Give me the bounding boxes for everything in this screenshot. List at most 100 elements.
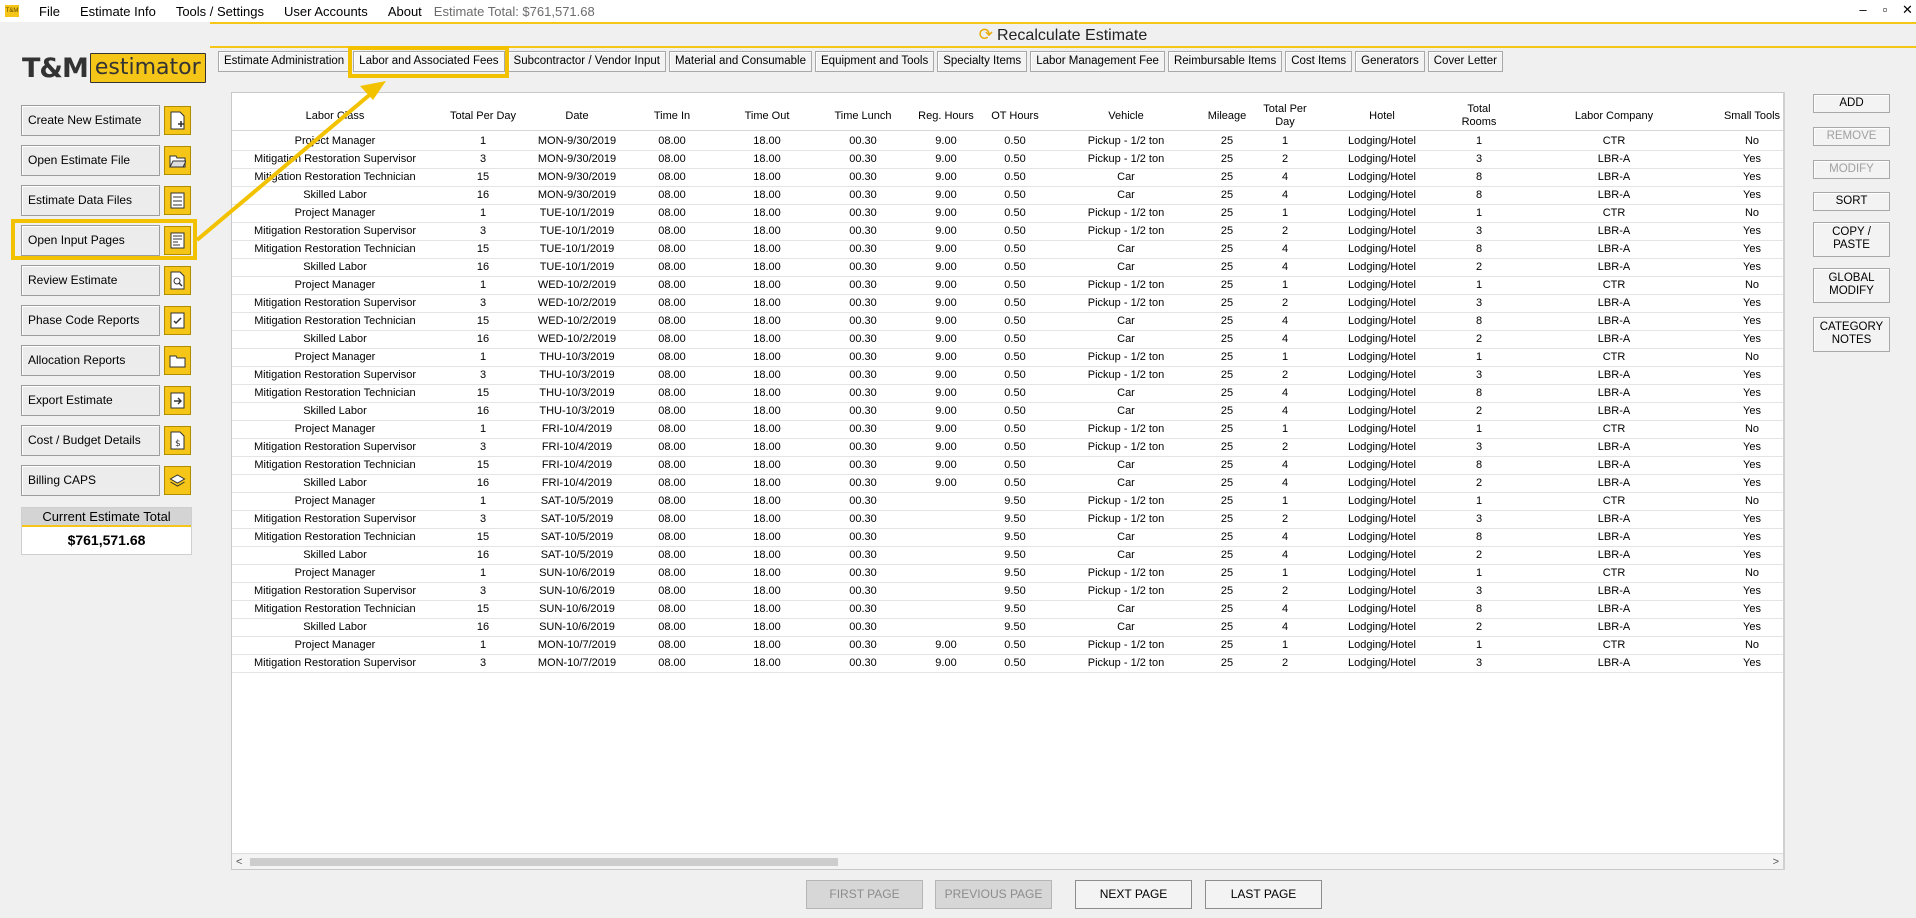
phase-code-reports-button[interactable]: Phase Code Reports (21, 305, 160, 336)
remove-button[interactable]: REMOVE (1813, 127, 1890, 146)
table-row[interactable]: Skilled Labor 16 SAT-10/5/2019 08.00 18.00 00… (232, 547, 1783, 565)
table-row[interactable]: Mitigation Restoration Supervisor 3 SAT-10… (232, 511, 1783, 529)
scroll-thumb[interactable] (250, 858, 838, 866)
minimize-icon[interactable]: – (1858, 2, 1868, 18)
horizontal-scrollbar[interactable]: < > (232, 853, 1783, 869)
table-row[interactable]: Skilled Labor 16 SUN-10/6/2019 08.00 18.00 00… (232, 619, 1783, 637)
table-cell: No (1744, 279, 1760, 291)
category-notes-button[interactable]: CATEGORY NOTES (1813, 317, 1890, 352)
list-icon[interactable] (164, 186, 191, 215)
app-logo: T&M estimator (22, 52, 206, 84)
table-row[interactable]: Skilled Labor 16 FRI-10/4/2019 08.00 18.00 00… (232, 475, 1783, 493)
add-button[interactable]: ADD (1813, 94, 1890, 113)
scroll-left-icon[interactable]: < (236, 854, 242, 869)
table-cell: No (1744, 207, 1760, 219)
menu-user-accounts[interactable]: User Accounts (274, 4, 378, 19)
layers-icon[interactable] (164, 466, 191, 495)
billing-caps-button[interactable]: Billing CAPS (21, 465, 160, 496)
allocation-reports-button[interactable]: Allocation Reports (21, 345, 160, 376)
export-icon[interactable] (164, 386, 191, 415)
current-estimate-total: Current Estimate Total $761,571.68 (21, 507, 192, 555)
copy-paste-button[interactable]: COPY / PASTE (1813, 222, 1890, 257)
refresh-icon: ⟳ (978, 25, 993, 44)
table-row[interactable]: Mitigation Restoration Supervisor 3 THU-10… (232, 367, 1783, 385)
create-new-estimate-button[interactable]: Create New Estimate (21, 105, 160, 136)
column-header-total-rooms[interactable]: Total Rooms (1449, 103, 1509, 129)
tab-reimbursable-items[interactable]: Reimbursable Items (1167, 51, 1283, 72)
last-page-button[interactable]: LAST PAGE (1205, 880, 1322, 909)
folder-icon[interactable] (164, 346, 191, 375)
table-row[interactable]: Skilled Labor 16 MON-9/30/2019 08.00 18.00 00… (232, 187, 1783, 205)
scroll-right-icon[interactable]: > (1773, 854, 1779, 869)
column-header-small-tools[interactable]: Small Tools (1692, 110, 1783, 123)
table-row[interactable]: Project Manager 1 SAT-10/5/2019 08.00 18.00 0… (232, 493, 1783, 511)
table-row[interactable]: Mitigation Restoration Technician 15 THU-1… (232, 385, 1783, 403)
table-row[interactable]: Project Manager 1 WED-10/2/2019 08.00 18.00 0… (232, 277, 1783, 295)
menu-tools-settings[interactable]: Tools / Settings (166, 4, 274, 19)
previous-page-button[interactable]: PREVIOUS PAGE (935, 880, 1052, 909)
table-row[interactable]: Skilled Labor 16 THU-10/3/2019 08.00 18.00 00… (232, 403, 1783, 421)
table-row[interactable]: Skilled Labor 16 TUE-10/1/2019 08.00 18.00 00… (232, 259, 1783, 277)
tab-subcontractor-vendor-input[interactable]: Subcontractor / Vendor Input (507, 51, 666, 72)
svg-text:$: $ (175, 439, 181, 449)
close-icon[interactable]: ✕ (1902, 2, 1913, 18)
tab-specialty-items[interactable]: Specialty Items (937, 51, 1028, 72)
table-row[interactable]: Project Manager 1 TUE-10/1/2019 08.00 18.00 0… (232, 205, 1783, 223)
review-estimate-button[interactable]: Review Estimate (21, 265, 160, 296)
open-estimate-file-button[interactable]: Open Estimate File (21, 145, 160, 176)
table-row[interactable]: Mitigation Restoration Supervisor 3 TUE-10… (232, 223, 1783, 241)
table-row[interactable]: Mitigation Restoration Technician 15 WED-1… (232, 313, 1783, 331)
column-header-total-per-day[interactable]: Total Per Day (1255, 103, 1315, 129)
table-header: Labor Class Total Per Day Date Time In Time … (232, 101, 1783, 131)
tab-estimate-administration[interactable]: Estimate Administration (218, 51, 351, 72)
column-header-labor-company[interactable]: Labor Company (1554, 110, 1674, 123)
table-row[interactable]: Mitigation Restoration Technician 15 FRI-1… (232, 457, 1783, 475)
table-row[interactable]: Mitigation Restoration Technician 15 TUE-1… (232, 241, 1783, 259)
table-row[interactable]: Skilled Labor 16 WED-10/2/2019 08.00 18.00 00… (232, 331, 1783, 349)
table-row[interactable]: Mitigation Restoration Supervisor 3 MON-10… (232, 655, 1783, 673)
tab-cover-letter[interactable]: Cover Letter (1427, 51, 1503, 72)
checklist-icon[interactable] (164, 306, 191, 335)
table-row[interactable]: Mitigation Restoration Supervisor 3 SUN-10… (232, 583, 1783, 601)
document-plus-icon[interactable] (164, 106, 191, 135)
tab-material-and-consumable[interactable]: Material and Consumable (668, 51, 812, 72)
menu-file[interactable]: File (29, 4, 70, 19)
sort-button[interactable]: SORT (1813, 192, 1890, 211)
restore-icon[interactable]: ▫ (1880, 2, 1890, 18)
next-page-button[interactable]: NEXT PAGE (1075, 880, 1192, 909)
tab-labor-management-fee[interactable]: Labor Management Fee (1030, 51, 1165, 72)
table-row[interactable]: Project Manager 1 SUN-10/6/2019 08.00 18.00 0… (232, 565, 1783, 583)
table-row[interactable]: Mitigation Restoration Supervisor 3 MON-9/… (232, 151, 1783, 169)
table-row[interactable]: Mitigation Restoration Technician 15 SAT-1… (232, 529, 1783, 547)
labor-table: Labor Class Total Per Day Date Time In Time … (231, 92, 1784, 870)
menu-about[interactable]: About (378, 4, 432, 19)
folder-open-icon[interactable] (164, 146, 191, 175)
global-modify-button[interactable]: GLOBAL MODIFY (1813, 268, 1890, 303)
table-cell: Yes (1743, 513, 1761, 525)
tab-generators[interactable]: Generators (1355, 51, 1425, 72)
table-row[interactable]: Project Manager 1 THU-10/3/2019 08.00 18.00 0… (232, 349, 1783, 367)
recalculate-label: Recalculate Estimate (996, 27, 1148, 44)
cost-budget-details-button[interactable]: Cost / Budget Details (21, 425, 160, 456)
tab-equipment-and-tools[interactable]: Equipment and Tools (815, 51, 935, 72)
column-header-labor-class[interactable]: Labor Class (275, 110, 395, 123)
table-row[interactable]: Project Manager 1 MON-9/30/2019 08.00 18.00 0… (232, 133, 1783, 151)
tab-cost-items[interactable]: Cost Items (1285, 51, 1353, 72)
table-row[interactable]: Mitigation Restoration Supervisor 3 WED-10… (232, 295, 1783, 313)
recalculate-estimate-button[interactable]: ⟳ Recalculate Estimate (210, 24, 1916, 46)
table-row[interactable]: Mitigation Restoration Technician 15 MON-9… (232, 169, 1783, 187)
table-cell: No (1744, 351, 1760, 363)
table-row[interactable]: Mitigation Restoration Technician 15 SUN-1… (232, 601, 1783, 619)
dollar-document-icon[interactable]: $ (164, 426, 191, 455)
export-estimate-button[interactable]: Export Estimate (21, 385, 160, 416)
menu-estimate-info[interactable]: Estimate Info (70, 4, 166, 19)
table-row[interactable]: Mitigation Restoration Supervisor 3 FRI-10… (232, 439, 1783, 457)
first-page-button[interactable]: FIRST PAGE (806, 880, 923, 909)
column-header-hotel[interactable]: Hotel (1322, 110, 1442, 123)
modify-button[interactable]: MODIFY (1813, 160, 1890, 179)
column-header-ot-hours[interactable]: OT Hours (955, 110, 1075, 123)
table-row[interactable]: Project Manager 1 FRI-10/4/2019 08.00 18.00 0… (232, 421, 1783, 439)
estimate-data-files-button[interactable]: Estimate Data Files (21, 185, 160, 216)
table-row[interactable]: Project Manager 1 MON-10/7/2019 08.00 18.00 0… (232, 637, 1783, 655)
magnify-document-icon[interactable] (164, 266, 191, 295)
